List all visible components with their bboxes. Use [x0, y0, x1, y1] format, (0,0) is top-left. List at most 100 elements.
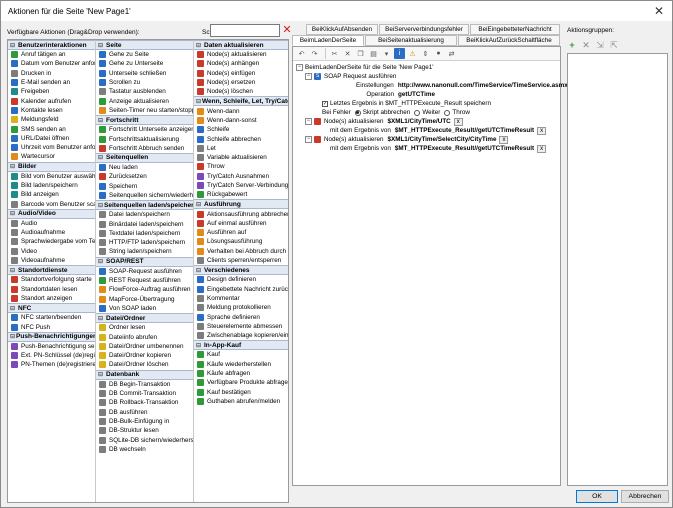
action-group-header[interactable]: ⊟ Standortdienste [8, 265, 95, 276]
action-item[interactable]: Lösungsausführung [194, 237, 288, 246]
action-item[interactable]: Aktionsausführung abbrechen [194, 209, 288, 218]
action-item[interactable]: Ext. PN-Schlüssel (de)regi [8, 351, 95, 360]
action-item[interactable]: Throw [194, 162, 288, 171]
action-group-header[interactable]: ⊟ NFC [8, 303, 95, 314]
action-item[interactable]: Node(s) löschen [194, 87, 288, 96]
action-item[interactable]: Bild anzeigen [8, 190, 95, 199]
action-group-header[interactable]: ⊟ Benutzerinteraktionen [8, 40, 95, 50]
action-item[interactable]: Zwischenablage kopieren/einfü [194, 331, 288, 340]
action-item[interactable]: Kauf [194, 350, 288, 359]
action-item[interactable]: Binärdatei laden/speichern [96, 219, 193, 228]
action-item[interactable]: SOAP-Request ausführen [96, 267, 193, 276]
action-item[interactable]: Speichern [96, 182, 193, 191]
collapse-toggle-icon[interactable]: ⊟ [98, 42, 105, 49]
action-group-header[interactable]: ⊟ Ausführung [194, 199, 288, 210]
radio-abort-script[interactable] [354, 109, 361, 116]
action-item[interactable]: Datei/Ordner kopieren [96, 351, 193, 360]
collapse-toggle-icon[interactable]: ⊟ [196, 267, 203, 274]
settings-value[interactable]: http://www.nanonull.com/TimeService/Time… [398, 82, 568, 89]
collapse-toggle-icon[interactable]: ⊟ [98, 202, 103, 209]
action-item[interactable]: Scrollen zu [96, 78, 193, 87]
action-item[interactable]: Wartecursor [8, 152, 95, 161]
action-item[interactable]: Meldungsfeld [8, 115, 95, 124]
action-item[interactable]: Zurücksetzen [96, 172, 193, 181]
collapse-toggle-icon[interactable]: ⊟ [10, 42, 17, 49]
copy-icon[interactable]: ❐ [355, 48, 366, 59]
action-item[interactable]: Video [8, 247, 95, 256]
action-group-header[interactable]: ⊟ Daten aktualisieren [194, 40, 288, 50]
collapse-toggle-icon[interactable]: ⊟ [10, 333, 15, 340]
tree-root[interactable]: − BeimLadenDerSeite für die Seite 'New P… [296, 63, 560, 72]
tab-on-embedded-message[interactable]: BeiEingebetteterNachricht [470, 24, 560, 35]
action-item[interactable]: Steuerelemente abmessen [194, 322, 288, 331]
action-item[interactable]: Bild laden/speichern [8, 181, 95, 190]
action-item[interactable]: Rückgabewert [194, 190, 288, 199]
action-item[interactable]: Clients sperren/entsperren [194, 256, 288, 265]
action-group-header[interactable]: ⊟ Verschiedenes [194, 265, 288, 276]
action-item[interactable]: Ausführen auf [194, 228, 288, 237]
action-item[interactable]: Uhrzeit vom Benutzer anfo [8, 143, 95, 152]
xpath-button[interactable]: x [537, 126, 547, 135]
collapse-toggle-icon[interactable]: ⊟ [10, 210, 17, 217]
action-item[interactable]: URL/Datei öffnen [8, 134, 95, 143]
action-item[interactable]: Unterseite schließen [96, 69, 193, 78]
action-item[interactable]: Auf einmal ausführen [194, 219, 288, 228]
action-item[interactable]: Anruf tätigen an [8, 50, 95, 59]
action-item[interactable]: DB Rollback-Transaktion [96, 398, 193, 407]
update-node-1-path[interactable]: $XML1/CityTime/UTC [388, 118, 451, 125]
collapse-toggle-icon[interactable]: ⊟ [98, 154, 105, 161]
warning-icon[interactable]: ⚠ [407, 48, 418, 59]
action-item[interactable]: String laden/speichern [96, 247, 193, 256]
action-item[interactable]: Videoaufnahme [8, 256, 95, 265]
update-node-2-result[interactable]: $MT_HTTPExecute_Result//getUTCTimeResult [395, 145, 534, 152]
collapse-toggle-icon[interactable]: ⊟ [196, 42, 203, 49]
update-node-1-result[interactable]: $MT_HTTPExecute_Result//getUTCTimeResult [395, 127, 534, 134]
action-item[interactable]: Kauf bestätigen [194, 388, 288, 397]
action-item[interactable]: Schleife abbrechen [194, 134, 288, 143]
action-item[interactable]: Seiten-Timer neu starten/stopp [96, 106, 193, 115]
action-item[interactable]: Käufe abfragen [194, 369, 288, 378]
action-item[interactable]: Try/Catch Server-Verbindung [194, 181, 288, 190]
action-item[interactable]: SQLite-DB sichern/wiederherst [96, 435, 193, 444]
action-item[interactable]: Drucken in [8, 69, 95, 78]
action-group-header[interactable]: ⊟ Seitenquellen [96, 152, 193, 163]
collapse-toggle-icon[interactable]: ⊟ [10, 267, 17, 274]
action-group-header[interactable]: ⊟ Audio/Video [8, 208, 95, 219]
action-item[interactable]: Node(s) einfügen [194, 69, 288, 78]
action-item[interactable]: Anzeige aktualisieren [96, 96, 193, 105]
action-group-header[interactable]: ⊟ Bilder [8, 161, 95, 172]
action-item[interactable]: NFC starten/beenden [8, 313, 95, 322]
action-item[interactable]: DB Begin-Transaktion [96, 380, 193, 389]
action-item[interactable]: Meldung protokollieren [194, 303, 288, 312]
action-item[interactable]: Let [194, 144, 288, 153]
collapse-toggle-icon[interactable]: ⊟ [196, 98, 201, 105]
action-item[interactable]: Tastatur ausblenden [96, 87, 193, 96]
action-item[interactable]: Bild vom Benutzer auswäh [8, 172, 95, 181]
action-item[interactable]: Try/Catch Ausnahmen [194, 172, 288, 181]
action-item[interactable]: Audioaufnahme [8, 228, 95, 237]
action-item[interactable]: Verhalten bei Abbruch durch Be [194, 247, 288, 256]
redo-icon[interactable]: ↷ [309, 48, 320, 59]
action-item[interactable]: Sprache definieren [194, 312, 288, 321]
cancel-button[interactable]: Abbrechen [621, 490, 669, 503]
operation-value[interactable]: getUTCTime [398, 91, 435, 98]
action-item[interactable]: Kontakte lesen [8, 106, 95, 115]
action-item[interactable]: Neu laden [96, 163, 193, 172]
action-item[interactable]: Guthaben abrufen/melden [194, 397, 288, 406]
tab-on-page-refresh[interactable]: BeiSeitenaktualisierung [365, 35, 457, 46]
action-item[interactable]: DB-Bulk-Einfügung in [96, 417, 193, 426]
action-item[interactable]: Wenn-dann-sonst [194, 116, 288, 125]
collapse-toggle-icon[interactable]: ⊟ [98, 258, 105, 265]
action-item[interactable]: PN-Themen (de)registriere [8, 360, 95, 369]
action-group-header[interactable]: ⊟ Datei/Ordner [96, 313, 193, 324]
collapse-toggle-icon[interactable]: ⊟ [196, 342, 203, 349]
import-icon[interactable]: ⇲ [595, 40, 605, 50]
action-item[interactable]: Datei/Ordner umbenennen [96, 342, 193, 351]
action-group-header[interactable]: ⊟ Push-Benachrichtigungen [8, 331, 95, 342]
update-node-1-row[interactable]: − Node(s) aktualisieren $XML1/CityTime/U… [296, 117, 560, 126]
action-item[interactable]: Textdatei laden/speichern [96, 229, 193, 238]
action-item[interactable]: MapForce-Übertragung [96, 295, 193, 304]
action-item[interactable]: Standort anzeigen [8, 294, 95, 303]
action-item[interactable]: Eingebettete Nachricht zurück [194, 285, 288, 294]
collapse-toggle-icon[interactable]: − [296, 64, 303, 71]
